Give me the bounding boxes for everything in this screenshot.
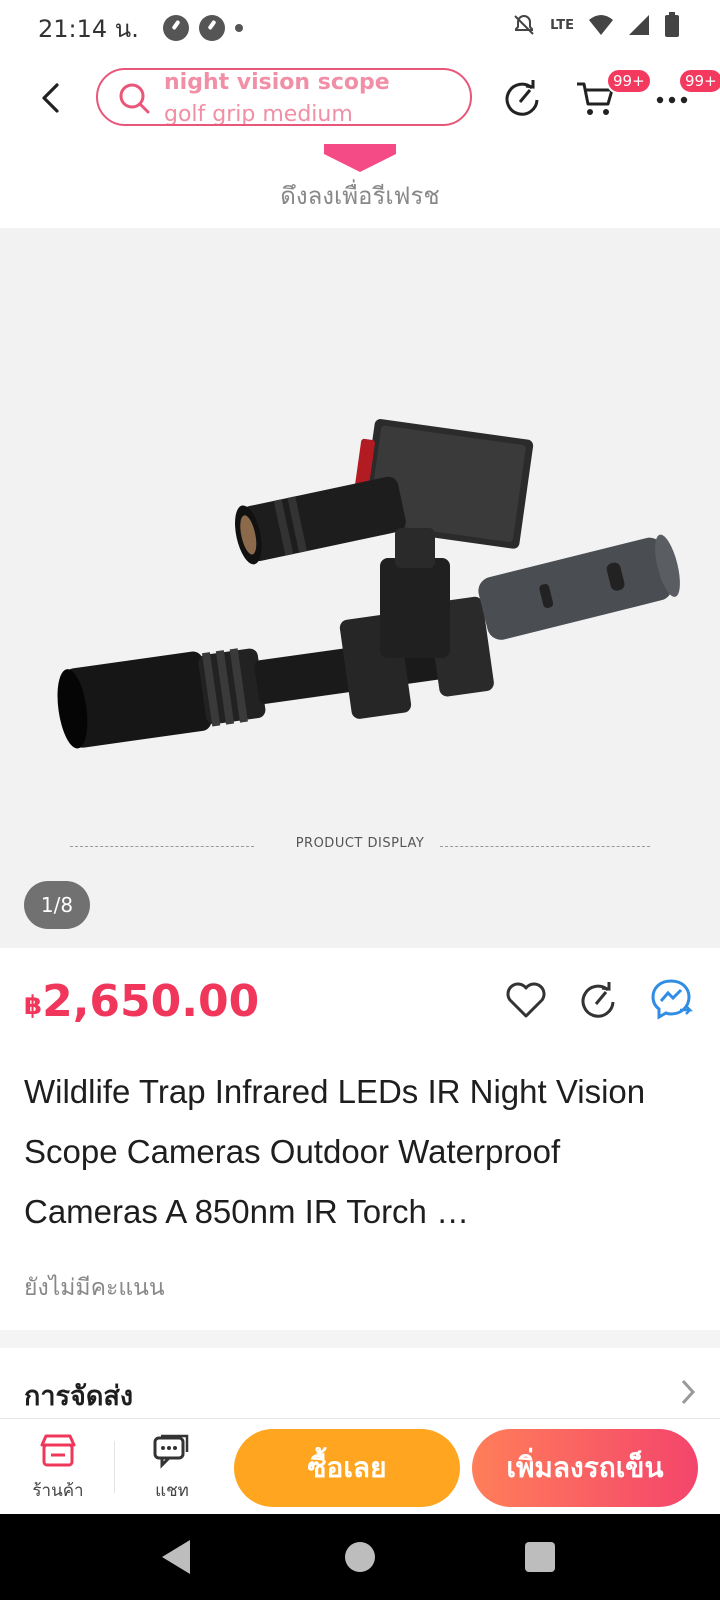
more-badge: 99+ [678,68,720,94]
notification-dot-icon [234,24,243,32]
chevron-right-icon [681,1379,696,1405]
share-button[interactable] [500,76,544,120]
heart-icon [506,982,546,1018]
chat-button[interactable]: แชท [132,1433,212,1504]
status-notification-icons [162,15,243,41]
system-home-button[interactable] [345,1542,375,1572]
image-page-indicator: 1/8 [24,881,90,929]
product-title: Wildlife Trap Infrared LEDs IR Night Vis… [24,1073,646,1230]
wishlist-button[interactable] [504,978,548,1022]
bottom-bar-divider [114,1441,115,1493]
section-divider [0,1330,720,1348]
search-query: night vision scope golf grip medium [164,70,390,126]
back-button[interactable] [30,78,70,118]
signal-icon [629,15,649,35]
system-recents-button[interactable] [525,1542,555,1572]
search-icon [119,83,150,114]
rating-status: ยังไม่มีคะแนน [24,1275,165,1301]
currency-symbol: ฿ [24,991,43,1021]
wifi-icon [589,15,613,35]
caption-divider-right [440,846,650,847]
product-price: ฿2,650.00 [24,976,259,1027]
chevron-left-icon [42,83,59,113]
messenger-icon [651,979,694,1020]
status-time: 21:14 น. [38,14,139,43]
bottom-action-bar: ร้านค้า แชท ซื้อเลย เพิ่มลงรถเข็น [0,1418,720,1514]
chat-label: แชท [155,1481,189,1501]
messenger-share-button[interactable] [650,978,694,1022]
mute-bell-icon [514,14,534,35]
shop-button[interactable]: ร้านค้า [18,1433,98,1504]
lte-label: LTE [550,17,574,33]
status-bar: 21:14 น. LTE [0,0,720,56]
more-options-button[interactable]: 99+ [652,68,720,120]
price-amount: 2,650.00 [42,976,260,1027]
speed-gauge-icon-2 [198,15,225,41]
pull-down-arrow-icon [324,144,396,172]
share-arrow-icon [505,80,539,116]
search-query-line2: golf grip medium [164,102,353,126]
cart-button[interactable]: 99+ [574,68,652,120]
system-back-button[interactable] [162,1540,190,1574]
chat-icon [153,1434,189,1469]
store-icon [40,1434,76,1467]
buy-now-button[interactable]: ซื้อเลย [234,1429,460,1507]
search-bar[interactable]: night vision scope golf grip medium [96,68,472,126]
shipping-row[interactable]: การจัดส่ง [0,1350,720,1420]
shop-label: ร้านค้า [32,1481,84,1501]
shipping-label: การจัดส่ง [24,1381,134,1412]
share-product-button[interactable] [576,978,620,1022]
share-arrow-icon [581,982,615,1018]
cart-badge: 99+ [606,68,652,94]
add-to-cart-button[interactable]: เพิ่มลงรถเข็น [472,1429,698,1507]
night-vision-scope-image [57,419,680,749]
battery-icon [665,12,679,37]
speed-gauge-icon [162,15,189,41]
product-display-caption: PRODUCT DISPLAY [295,836,425,851]
price-row: ฿2,650.00 [0,948,720,1048]
pull-refresh-text: ดึงลงเพื่อรีเฟรช [280,182,440,210]
status-system-icons: LTE [512,12,680,38]
top-navigation: night vision scope golf grip medium 99+ … [0,60,720,140]
pull-to-refresh: ดึงลงเพื่อรีเฟรช [0,140,720,228]
android-navigation-bar [0,1514,720,1600]
search-query-line1: night vision scope [164,70,390,95]
product-image-gallery[interactable]: PRODUCT DISPLAY 1/8 [0,228,720,948]
